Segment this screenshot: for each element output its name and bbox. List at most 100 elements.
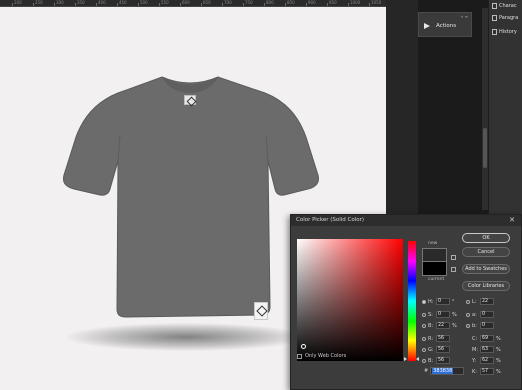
y-unit: % bbox=[496, 357, 501, 364]
ruler-tick-label: 450 bbox=[119, 0, 127, 5]
b-row[interactable]: B: 22 % bbox=[422, 321, 458, 330]
k-label: K: bbox=[472, 368, 477, 375]
a-radio[interactable] bbox=[466, 312, 470, 317]
color-field[interactable] bbox=[297, 239, 403, 361]
ruler-tick-label: 200 bbox=[14, 0, 22, 5]
ruler-tick-mark bbox=[75, 3, 76, 6]
paragraph-panel-button[interactable]: Paragra bbox=[489, 12, 522, 24]
g-radio[interactable] bbox=[422, 347, 426, 352]
photoshop-window: 200 250 300 350 400 450 500 550 600 650 700 750 800 8… bbox=[0, 0, 522, 390]
ruler-tick-label: 850 bbox=[287, 0, 295, 5]
hue-slider[interactable] bbox=[408, 241, 416, 361]
m-row[interactable]: M: 63 % bbox=[472, 345, 502, 354]
character-icon bbox=[492, 3, 497, 9]
a-label: a: bbox=[472, 311, 477, 318]
character-panel-label: Charac bbox=[499, 3, 517, 9]
k-row[interactable]: K: 57 % bbox=[472, 367, 502, 376]
ruler-tick-mark bbox=[201, 3, 202, 6]
k-field[interactable]: 57 bbox=[480, 368, 494, 375]
y-label: Y: bbox=[472, 357, 477, 364]
panel-menu-icon[interactable]: « ≡ bbox=[461, 14, 468, 19]
actions-panel[interactable]: « ≡ Actions bbox=[418, 12, 472, 37]
actions-tab[interactable]: Actions bbox=[424, 23, 456, 29]
s-field[interactable]: 0 bbox=[436, 311, 450, 318]
ruler-tick-mark bbox=[159, 3, 160, 6]
new-color-label: new bbox=[428, 241, 438, 246]
ruler-tick-label: 750 bbox=[245, 0, 253, 5]
lab-b-label: b: bbox=[472, 322, 477, 329]
s-label: S: bbox=[428, 311, 433, 318]
r-label: R: bbox=[428, 335, 434, 342]
l-radio[interactable] bbox=[466, 299, 470, 304]
hue-slider-right-arrow[interactable] bbox=[416, 357, 419, 361]
c-field[interactable]: 69 bbox=[480, 335, 494, 342]
ruler-tick-mark bbox=[222, 3, 223, 6]
l-field[interactable]: 22 bbox=[480, 298, 494, 305]
y-row[interactable]: Y: 62 % bbox=[472, 356, 502, 365]
ok-button[interactable]: OK bbox=[462, 233, 510, 243]
a-field[interactable]: 0 bbox=[480, 311, 494, 318]
new-color-swatch bbox=[422, 248, 447, 262]
add-to-swatches-button[interactable]: Add to Swatches bbox=[462, 264, 510, 274]
m-field[interactable]: 63 bbox=[480, 346, 494, 353]
g-row[interactable]: G: 56 bbox=[422, 345, 450, 354]
hex-value[interactable]: 383838 bbox=[432, 368, 454, 374]
s-row[interactable]: S: 0 % bbox=[422, 310, 458, 319]
hem-tag-logo bbox=[254, 302, 268, 320]
scrollbar-thumb[interactable] bbox=[483, 128, 487, 168]
only-web-colors-checkbox[interactable] bbox=[297, 353, 302, 359]
color-libraries-button[interactable]: Color Libraries bbox=[462, 281, 510, 291]
color-field-marker[interactable] bbox=[301, 344, 306, 349]
g-field[interactable]: 56 bbox=[436, 346, 450, 353]
close-icon[interactable]: ✕ bbox=[509, 215, 515, 226]
r-field[interactable]: 56 bbox=[436, 335, 450, 342]
b-radio[interactable] bbox=[422, 323, 426, 328]
r-radio[interactable] bbox=[422, 336, 426, 341]
play-icon bbox=[424, 23, 430, 29]
hex-row[interactable]: # 383838 bbox=[424, 367, 465, 375]
r-row[interactable]: R: 56 bbox=[422, 334, 450, 343]
horizontal-ruler: 200 250 300 350 400 450 500 550 600 650 700 750 800 8… bbox=[0, 0, 386, 7]
paragraph-icon bbox=[492, 15, 497, 21]
only-web-colors-label: Only Web Colors bbox=[305, 353, 347, 359]
history-panel-button[interactable]: History bbox=[489, 26, 522, 38]
y-field[interactable]: 62 bbox=[480, 357, 494, 364]
m-label: M: bbox=[472, 346, 478, 353]
only-web-colors-row[interactable]: Only Web Colors bbox=[297, 353, 346, 359]
paragraph-panel-label: Paragra bbox=[499, 15, 519, 21]
ruler-tick-mark bbox=[306, 3, 307, 6]
h-radio[interactable] bbox=[422, 299, 426, 304]
l-row[interactable]: L: 22 bbox=[466, 297, 494, 306]
h-row[interactable]: H: 0 ° bbox=[422, 297, 458, 306]
web-safe-cube-icon[interactable] bbox=[451, 267, 456, 272]
h-field[interactable]: 0 bbox=[436, 298, 450, 305]
character-panel-button[interactable]: Charac bbox=[489, 0, 522, 12]
lab-b-field[interactable]: 0 bbox=[480, 322, 494, 329]
blue-row[interactable]: B: 56 bbox=[422, 356, 450, 365]
ruler-tick-mark bbox=[348, 3, 349, 6]
b-field[interactable]: 22 bbox=[436, 322, 450, 329]
b-unit: % bbox=[452, 322, 457, 329]
cancel-button[interactable]: Cancel bbox=[462, 247, 510, 257]
ruler-tick-label: 800 bbox=[266, 0, 274, 5]
blue-radio[interactable] bbox=[422, 358, 426, 363]
history-icon bbox=[492, 29, 497, 35]
ruler-tick-mark bbox=[54, 3, 55, 6]
m-unit: % bbox=[496, 346, 501, 353]
ruler-tick-label: 650 bbox=[203, 0, 211, 5]
ruler-tick-mark bbox=[243, 3, 244, 6]
lab-b-radio[interactable] bbox=[466, 323, 470, 328]
current-color-swatch[interactable] bbox=[422, 262, 447, 276]
hex-field[interactable]: 383838 bbox=[430, 367, 465, 375]
out-of-gamut-icon[interactable] bbox=[451, 255, 456, 260]
lab-b-row[interactable]: b: 0 bbox=[466, 321, 494, 330]
c-row[interactable]: C: 69 % bbox=[472, 334, 502, 343]
a-row[interactable]: a: 0 bbox=[466, 310, 494, 319]
blue-field[interactable]: 56 bbox=[436, 357, 450, 364]
g-label: G: bbox=[428, 346, 434, 353]
dialog-title[interactable]: Color Picker (Solid Color) bbox=[291, 215, 521, 226]
hue-slider-left-arrow[interactable] bbox=[404, 357, 407, 361]
s-radio[interactable] bbox=[422, 312, 426, 317]
l-label: L: bbox=[472, 298, 477, 305]
ruler-tick-mark bbox=[285, 3, 286, 6]
